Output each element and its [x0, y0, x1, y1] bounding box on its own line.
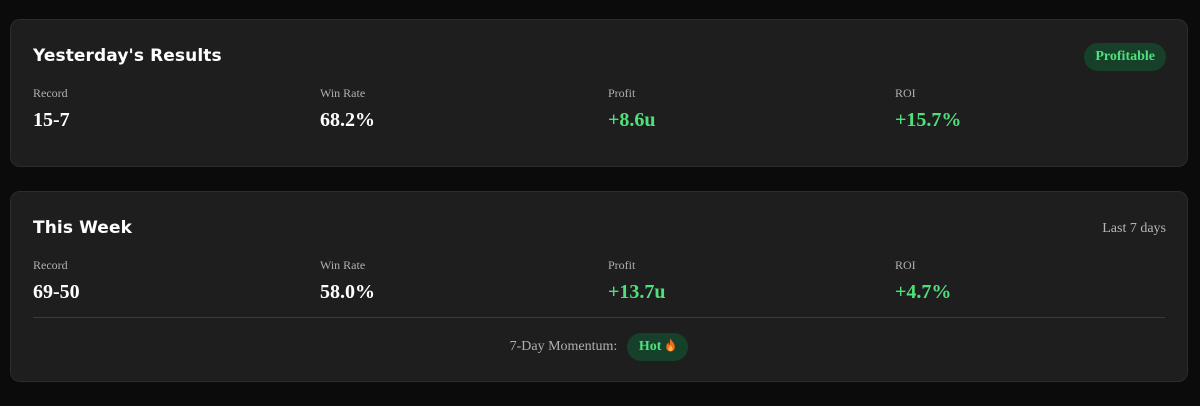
stat-roi: ROI +15.7%	[895, 86, 1155, 132]
stat-label: ROI	[895, 86, 916, 100]
stat-label: Win Rate	[320, 258, 366, 272]
stat-label: Profit	[608, 86, 636, 100]
momentum-status: Hot	[638, 339, 662, 354]
stat-label: Profit	[608, 258, 636, 272]
stat-label: Win Rate	[320, 86, 366, 100]
stat-value: +8.6u	[608, 109, 656, 131]
momentum-row: 7-Day Momentum: Hot	[11, 333, 1187, 361]
stat-value: 68.2%	[320, 109, 375, 131]
stat-value: +13.7u	[608, 281, 666, 303]
momentum-badge: Hot	[626, 333, 689, 361]
momentum-label: 7-Day Momentum:	[509, 339, 618, 354]
card-title: This Week	[33, 218, 132, 238]
stat-win-rate: Win Rate 68.2%	[320, 86, 580, 132]
stat-value: +15.7%	[895, 109, 962, 131]
stat-label: Record	[33, 86, 68, 100]
stats-row: Record 15-7 Win Rate 68.2% Profit +8.6u …	[33, 86, 1165, 136]
stat-value: 69-50	[33, 281, 80, 303]
stat-profit: Profit +13.7u	[608, 258, 868, 304]
stats-row: Record 69-50 Win Rate 58.0% Profit +13.7…	[33, 258, 1165, 308]
divider	[33, 317, 1165, 318]
stat-value: +4.7%	[895, 281, 952, 303]
stat-record: Record 15-7	[33, 86, 293, 132]
stat-profit: Profit +8.6u	[608, 86, 868, 132]
stat-value: 15-7	[33, 109, 70, 131]
stat-record: Record 69-50	[33, 258, 293, 304]
stat-roi: ROI +4.7%	[895, 258, 1155, 304]
stat-label: ROI	[895, 258, 916, 272]
stat-label: Record	[33, 258, 68, 272]
stat-value: 58.0%	[320, 281, 375, 303]
flame-icon	[666, 338, 676, 352]
period-label: Last 7 days	[1102, 221, 1166, 236]
stat-win-rate: Win Rate 58.0%	[320, 258, 580, 304]
card-title: Yesterday's Results	[33, 46, 222, 66]
profitable-badge: Profitable	[1084, 43, 1166, 71]
this-week-card: This Week Last 7 days Record 69-50 Win R…	[10, 191, 1188, 382]
yesterday-results-card: Yesterday's Results Profitable Record 15…	[10, 19, 1188, 167]
